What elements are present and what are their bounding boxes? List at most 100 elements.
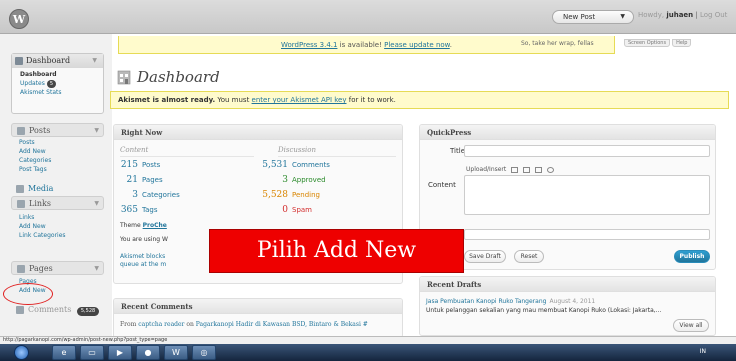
start-button-icon[interactable] — [14, 345, 29, 360]
screen-options-button[interactable]: Screen Options — [624, 39, 671, 47]
media-icon — [16, 185, 24, 193]
media-icon[interactable] — [546, 166, 554, 173]
stat-number: 365 — [120, 205, 138, 215]
comment-post-link[interactable]: Pagarkanopi Hadir di Kawasan BSD, Bintar… — [196, 321, 368, 328]
reset-button[interactable]: Reset — [514, 250, 544, 263]
logout-link[interactable]: Log Out — [700, 11, 727, 19]
stat-label: Comments — [292, 161, 330, 169]
save-draft-button[interactable]: Save Draft — [464, 250, 506, 263]
sidebar-subitem-add-new-post[interactable]: Add New — [0, 147, 112, 156]
ie-taskbar-icon[interactable]: e — [52, 345, 76, 360]
view-all-button[interactable]: View all — [673, 319, 709, 332]
divider — [278, 156, 396, 157]
stat-number: 5,528 — [262, 190, 288, 200]
comment-from: From — [120, 321, 137, 328]
sidebar-subitem-categories[interactable]: Categories — [0, 156, 112, 165]
video-icon[interactable] — [523, 166, 531, 173]
upload-insert-bar: Upload/Insert — [466, 166, 554, 173]
sidebar-item-dashboard[interactable]: Dashboard ▼ — [12, 54, 103, 68]
stat-label: Categories — [142, 191, 180, 199]
chevron-down-icon: ▼ — [94, 265, 99, 272]
stat-posts[interactable]: 215 Posts — [114, 160, 161, 170]
word-taskbar-icon[interactable]: W — [164, 345, 188, 360]
stat-number: 3 — [132, 190, 138, 200]
sidebar-subitem-updates[interactable]: Updates 5 — [20, 79, 103, 88]
update-now-link[interactable]: Please update now — [384, 41, 450, 49]
akismet-key-link[interactable]: enter your Akismet API key — [252, 96, 347, 104]
theme-link[interactable]: ProChe — [143, 222, 167, 229]
language-indicator[interactable]: IN — [700, 348, 706, 355]
sidebar-item-posts[interactable]: Posts ▼ — [11, 123, 104, 137]
title-input[interactable] — [464, 145, 710, 157]
sidebar-subitem-akismet-stats[interactable]: Akismet Stats — [20, 88, 103, 97]
image-icon[interactable] — [511, 166, 519, 173]
stat-label: Tags — [142, 206, 158, 214]
sidebar-subitem-posts[interactable]: Posts — [0, 138, 112, 147]
publish-button[interactable]: Publish — [674, 250, 710, 263]
stat-number: 3 — [282, 175, 288, 185]
link-icon — [17, 200, 25, 208]
new-post-dropdown[interactable]: New Post ▼ — [552, 10, 634, 24]
howdy-prefix: Howdy, — [638, 11, 665, 19]
sidebar-submenu: Dashboard Updates 5 Akismet Stats — [12, 68, 103, 100]
stat-label: Pages — [142, 176, 163, 184]
sidebar-subitem-links[interactable]: Links — [0, 213, 112, 222]
firefox-taskbar-icon[interactable]: ● — [136, 345, 160, 360]
quickpress-title[interactable]: QuickPress — [420, 125, 715, 140]
links-submenu: Links Add New Link Categories — [0, 213, 112, 240]
folder-taskbar-icon[interactable]: ▭ — [80, 345, 104, 360]
sidebar-item-comments[interactable]: Comments 5,528 — [11, 303, 104, 317]
stat-approved[interactable]: 3 Approved — [260, 175, 325, 185]
media-player-taskbar-icon[interactable]: ▶ — [108, 345, 132, 360]
draft-item: Jasa Pembuatan Kanopi Ruko Tangerang Augu… — [426, 298, 595, 305]
audio-icon[interactable] — [535, 166, 543, 173]
stat-pending[interactable]: 5,528 Pending — [260, 190, 320, 200]
theme-info: Theme ProChe — [120, 222, 167, 229]
content-column-header: Content — [120, 146, 149, 154]
page-title: Dashboard — [137, 68, 220, 86]
stat-comments[interactable]: 5,531 Comments — [260, 160, 330, 170]
stat-label: Posts — [142, 161, 161, 169]
username-link[interactable]: juhaen — [666, 11, 693, 19]
sidebar-item-links[interactable]: Links ▼ — [11, 196, 104, 210]
sidebar-subitem-post-tags[interactable]: Post Tags — [0, 165, 112, 174]
draft-link[interactable]: Jasa Pembuatan Kanopi Ruko Tangerang — [426, 298, 546, 305]
pin-icon — [17, 127, 25, 135]
sidebar-item-pages[interactable]: Pages ▼ — [11, 261, 104, 275]
comment-item: From captcha reader on Pagarkanopi Hadir… — [120, 321, 368, 328]
stat-pages[interactable]: 21 Pages — [114, 175, 163, 185]
sidebar-subitem-add-new-link[interactable]: Add New — [0, 222, 112, 231]
right-now-title[interactable]: Right Now — [114, 125, 402, 140]
update-version-link[interactable]: WordPress 3.4.1 — [281, 41, 337, 49]
sidebar-item-media[interactable]: Media — [11, 182, 104, 196]
akismet-strong: Akismet is almost ready. — [118, 96, 216, 104]
stat-tags[interactable]: 365 Tags — [114, 205, 158, 215]
tags-input[interactable] — [464, 229, 710, 240]
recent-comments-title[interactable]: Recent Comments — [114, 299, 402, 314]
comments-icon — [16, 306, 24, 314]
stat-number: 21 — [126, 175, 138, 185]
sidebar-item-label: Pages — [29, 264, 53, 273]
akismet-end: for it to work. — [346, 96, 396, 104]
stat-categories[interactable]: 3 Categories — [114, 190, 180, 200]
akismet-summary-line: Akismet blocks — [120, 253, 166, 260]
sidebar-item-label: Media — [28, 184, 54, 193]
comment-author-link[interactable]: captcha reader — [138, 321, 184, 328]
windows-taskbar: e ▭ ▶ ● W ◎ IN — [0, 344, 736, 361]
help-button[interactable]: Help — [672, 39, 692, 47]
recent-drafts-title[interactable]: Recent Drafts — [420, 277, 715, 292]
sidebar-subitem-link-categories[interactable]: Link Categories — [0, 231, 112, 240]
app-taskbar-icon[interactable]: ◎ — [192, 345, 216, 360]
recent-drafts-widget: Recent Drafts Jasa Pembuatan Kanopi Ruko… — [419, 276, 716, 336]
content-textarea[interactable] — [464, 175, 710, 215]
updates-count-badge: 5 — [46, 80, 57, 88]
sidebar-subitem-dashboard[interactable]: Dashboard — [20, 70, 103, 79]
stat-spam[interactable]: 0 Spam — [260, 205, 312, 215]
akismet-text: You must — [215, 96, 252, 104]
user-greeting: Howdy, juhaen | Log Out — [638, 11, 727, 19]
pages-icon — [17, 265, 25, 273]
chevron-down-icon: ▼ — [94, 127, 99, 134]
sidebar-item-label: Dashboard — [26, 56, 71, 65]
wordpress-logo-icon[interactable]: W — [9, 9, 29, 29]
admin-header: W New Post ▼ Howdy, juhaen | Log Out — [0, 0, 736, 34]
